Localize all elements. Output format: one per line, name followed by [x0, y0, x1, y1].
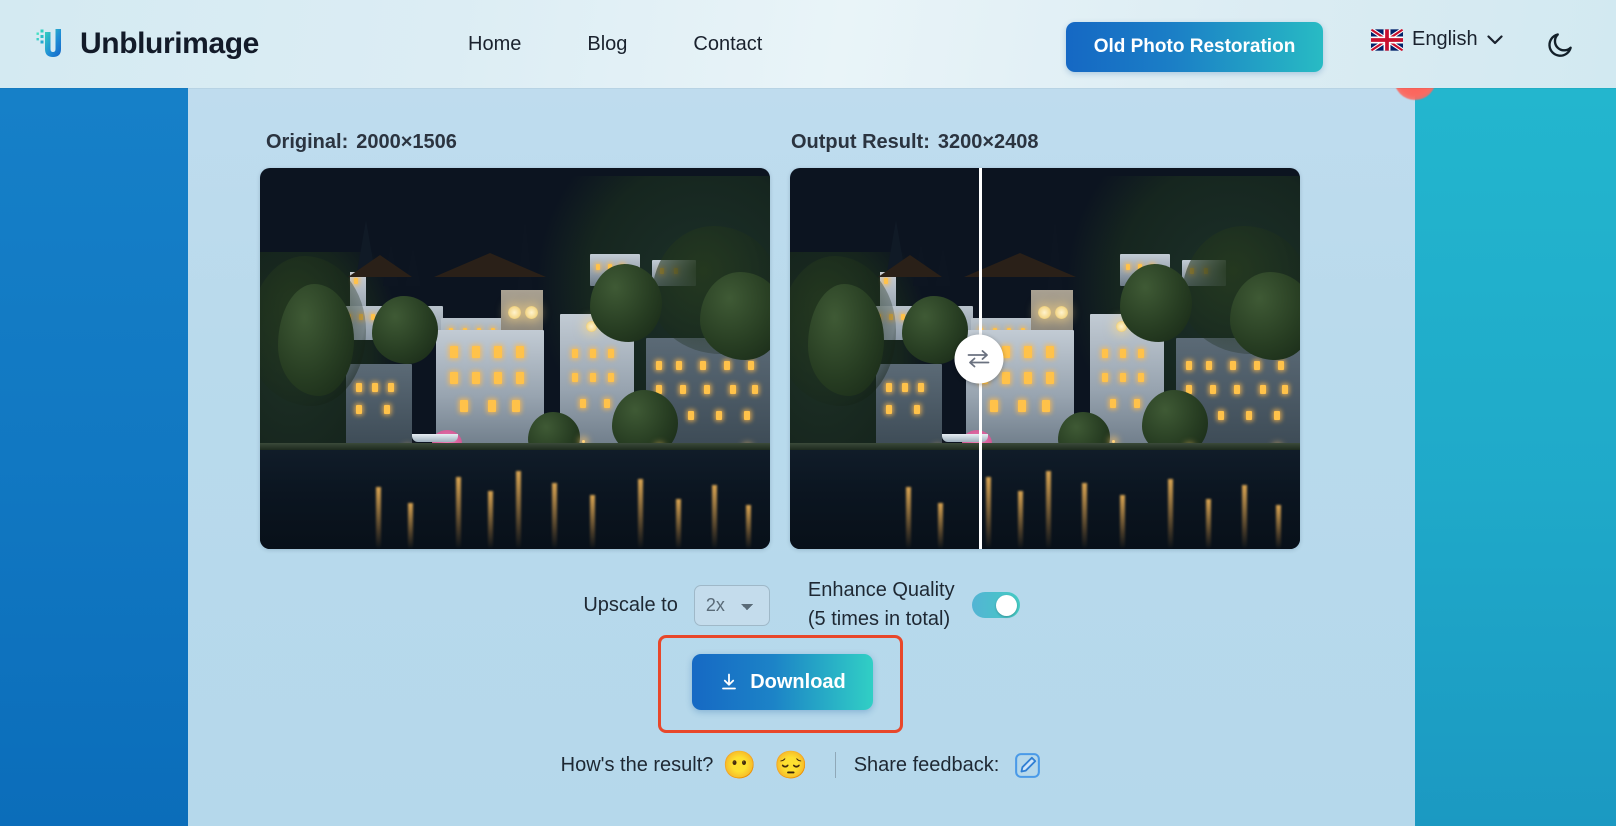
nav-blog[interactable]: Blog — [587, 33, 627, 56]
feedback-question: How's the result? — [560, 753, 714, 776]
brand-logo[interactable]: Unblurimage — [36, 24, 259, 64]
enhance-quality-text: Enhance Quality (5 times in total) — [808, 576, 955, 634]
original-label: Original: 2000×1506 — [266, 131, 457, 154]
night-town-scene-output — [790, 168, 1300, 549]
feedback-sad-emoji-button[interactable]: 😔 — [765, 751, 817, 779]
upscale-select[interactable]: 2x 4x 8x — [693, 584, 770, 626]
upscale-label: Upscale to — [583, 593, 678, 616]
edit-square-icon[interactable] — [1013, 751, 1042, 780]
brand-name: Unblurimage — [80, 27, 259, 60]
night-town-scene-original — [260, 168, 770, 549]
output-label-text: Output Result: — [791, 131, 930, 153]
nav-home[interactable]: Home — [468, 33, 521, 56]
toggle-knob — [996, 594, 1018, 616]
output-image[interactable] — [790, 168, 1300, 549]
language-label: English — [1412, 28, 1478, 50]
enhance-quality-toggle[interactable] — [971, 592, 1020, 618]
swap-horizontal-icon — [967, 350, 990, 368]
enhance-quality-control: Enhance Quality (5 times in total) — [808, 576, 1020, 634]
comparison-slider-handle[interactable] — [954, 334, 1004, 383]
chevron-down-icon — [1487, 34, 1503, 44]
main-navigation: Home Blog Contact — [468, 0, 762, 88]
download-button[interactable]: Download — [692, 654, 873, 710]
language-selector[interactable]: English — [1371, 28, 1503, 51]
moon-icon[interactable] — [1545, 30, 1575, 60]
uk-flag-icon — [1371, 28, 1403, 51]
feedback-row: How's the result? 😶 😔 Share feedback: — [188, 743, 1415, 787]
unblurimage-u-logo-icon — [36, 29, 61, 57]
enhance-quality-sublabel: (5 times in total) — [807, 608, 951, 630]
feedback-divider — [834, 752, 836, 778]
right-background-band — [1415, 88, 1616, 826]
original-dimensions: 2000×1506 — [356, 131, 457, 153]
old-photo-restoration-button[interactable]: Old Photo Restoration — [1066, 22, 1323, 72]
enhance-quality-label: Enhance Quality — [807, 579, 955, 601]
share-feedback-label: Share feedback: — [853, 753, 1000, 776]
feedback-neutral-emoji-button[interactable]: 😶 — [713, 751, 765, 779]
comparison-area: Original: 2000×1506 Output Result: 3200×24… — [188, 88, 1415, 826]
original-label-text: Original: — [266, 131, 349, 153]
original-image[interactable] — [260, 168, 770, 549]
download-button-label: Download — [750, 670, 846, 693]
nav-contact[interactable]: Contact — [693, 33, 762, 56]
site-header: Unblurimage Home Blog Contact Old Photo … — [0, 0, 1616, 88]
upscale-controls: Upscale to 2x 4x 8x Enhance Quality (5 t… — [188, 575, 1415, 635]
download-icon — [722, 673, 737, 690]
output-dimensions: 3200×2408 — [937, 131, 1039, 153]
output-label: Output Result: 3200×2408 — [791, 131, 1039, 154]
left-background-band — [0, 88, 188, 826]
